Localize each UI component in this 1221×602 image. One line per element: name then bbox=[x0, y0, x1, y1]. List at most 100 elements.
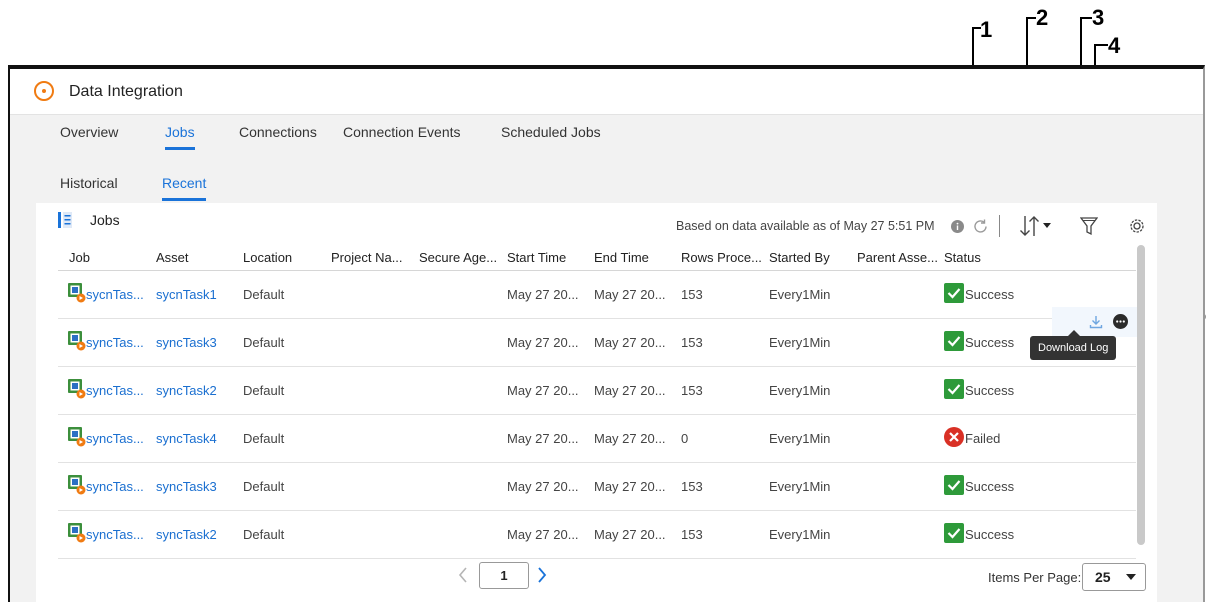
rows-processed-cell: 153 bbox=[681, 383, 703, 398]
chevron-right-icon[interactable] bbox=[536, 566, 548, 584]
location-cell: Default bbox=[243, 287, 285, 302]
job-name-link[interactable]: syncTas... bbox=[86, 479, 144, 494]
started-by-cell: Every1Min bbox=[769, 527, 831, 542]
job-name-link[interactable]: sycnTas... bbox=[86, 287, 144, 302]
rows-processed-cell: 153 bbox=[681, 335, 703, 350]
sort-icon[interactable] bbox=[1019, 213, 1059, 239]
location-cell: Default bbox=[243, 335, 285, 350]
callout-4: 4 bbox=[1108, 33, 1121, 58]
column-header-start-time[interactable]: Start Time bbox=[507, 250, 566, 265]
asset-link[interactable]: syncTask2 bbox=[156, 527, 217, 542]
column-header-status[interactable]: Status bbox=[944, 250, 981, 265]
end-time-cell: May 27 20... bbox=[594, 383, 666, 398]
filter-icon[interactable] bbox=[1080, 216, 1098, 236]
started-by-cell: Every1Min bbox=[769, 479, 831, 494]
table-header: Job Asset Location Project Na... Secure … bbox=[58, 245, 1136, 271]
jobs-list-icon bbox=[58, 212, 72, 228]
download-icon[interactable] bbox=[1089, 315, 1103, 329]
location-cell: Default bbox=[243, 479, 285, 494]
info-icon[interactable] bbox=[951, 220, 964, 233]
start-time-cell: May 27 20... bbox=[507, 383, 579, 398]
panel-title: Jobs bbox=[90, 212, 120, 228]
rows-processed-cell: 0 bbox=[681, 431, 689, 446]
asset-link[interactable]: syncTask3 bbox=[156, 479, 217, 494]
row-action-bar bbox=[1052, 307, 1138, 337]
location-cell: Default bbox=[243, 527, 285, 542]
started-by-cell: Every1Min bbox=[769, 287, 831, 302]
asset-link[interactable]: syncTask3 bbox=[156, 335, 217, 350]
sync-task-icon bbox=[68, 283, 86, 303]
success-check-icon bbox=[944, 331, 964, 351]
column-header-started-by[interactable]: Started By bbox=[769, 250, 830, 265]
location-cell: Default bbox=[243, 383, 285, 398]
column-header-rows-processed[interactable]: Rows Proce... bbox=[681, 250, 762, 265]
start-time-cell: May 27 20... bbox=[507, 479, 579, 494]
asset-link[interactable]: syncTask4 bbox=[156, 431, 217, 446]
sync-task-icon bbox=[68, 427, 86, 447]
app-title: Data Integration bbox=[69, 83, 183, 100]
download-log-tooltip: Download Log bbox=[1030, 330, 1117, 360]
callout-2: 2 bbox=[1036, 5, 1049, 30]
toolbar-divider bbox=[999, 215, 1000, 237]
tab-connection-events[interactable]: Connection Events bbox=[343, 124, 461, 140]
rows-processed-cell: 153 bbox=[681, 527, 703, 542]
status-cell: Success bbox=[965, 287, 1015, 302]
column-header-project-name[interactable]: Project Na... bbox=[331, 250, 403, 265]
table-row[interactable]: syncTas... syncTask2 Default May 27 20..… bbox=[58, 512, 1136, 559]
success-check-icon bbox=[944, 523, 964, 543]
failed-x-icon bbox=[944, 427, 964, 447]
sync-task-icon bbox=[68, 331, 86, 351]
asset-link[interactable]: sycnTask1 bbox=[156, 287, 217, 302]
end-time-cell: May 27 20... bbox=[594, 479, 666, 494]
callout-3: 3 bbox=[1092, 5, 1105, 30]
tab-scheduled-jobs[interactable]: Scheduled Jobs bbox=[501, 124, 601, 140]
table-row[interactable]: syncTas... syncTask2 Default May 27 20..… bbox=[58, 368, 1136, 415]
job-name-link[interactable]: syncTas... bbox=[86, 527, 144, 542]
chevron-left-icon[interactable] bbox=[457, 566, 469, 584]
table-row[interactable]: syncTas... syncTask4 Default May 27 20..… bbox=[58, 416, 1136, 463]
sync-task-icon bbox=[68, 523, 86, 543]
jobs-panel: Jobs Based on data available as of May 2… bbox=[36, 203, 1157, 602]
asset-link[interactable]: syncTask2 bbox=[156, 383, 217, 398]
start-time-cell: May 27 20... bbox=[507, 527, 579, 542]
column-header-location[interactable]: Location bbox=[243, 250, 292, 265]
job-name-link[interactable]: syncTas... bbox=[86, 335, 144, 350]
table-row[interactable]: sycnTas... sycnTask1 Default May 27 20..… bbox=[58, 272, 1136, 319]
column-header-end-time[interactable]: End Time bbox=[594, 250, 649, 265]
status-cell: Failed bbox=[965, 431, 1001, 446]
table-row[interactable]: syncTas... syncTask3 Default May 27 20..… bbox=[58, 320, 1136, 367]
refresh-icon[interactable] bbox=[972, 218, 989, 235]
column-header-job[interactable]: Job bbox=[69, 250, 90, 265]
job-name-link[interactable]: syncTas... bbox=[86, 383, 144, 398]
page-number-input[interactable]: 1 bbox=[479, 562, 529, 589]
vertical-scrollbar[interactable] bbox=[1137, 245, 1145, 545]
subtab-historical[interactable]: Historical bbox=[60, 175, 118, 191]
end-time-cell: May 27 20... bbox=[594, 335, 666, 350]
end-time-cell: May 27 20... bbox=[594, 287, 666, 302]
tab-overview[interactable]: Overview bbox=[60, 124, 118, 140]
settings-icon[interactable] bbox=[1128, 217, 1146, 235]
items-per-page-label: Items Per Page: bbox=[988, 570, 1082, 585]
status-cell: Success bbox=[965, 335, 1015, 350]
table-row[interactable]: syncTas... syncTask3 Default May 27 20..… bbox=[58, 464, 1136, 511]
started-by-cell: Every1Min bbox=[769, 431, 831, 446]
data-as-of-text: Based on data available as of May 27 5:5… bbox=[676, 219, 935, 233]
tab-connections[interactable]: Connections bbox=[239, 124, 317, 140]
job-name-link[interactable]: syncTas... bbox=[86, 431, 144, 446]
data-integration-logo-icon bbox=[34, 81, 54, 101]
start-time-cell: May 27 20... bbox=[507, 431, 579, 446]
column-header-parent-asset[interactable]: Parent Asse... bbox=[857, 250, 938, 265]
status-cell: Success bbox=[965, 527, 1015, 542]
column-header-secure-agent[interactable]: Secure Age... bbox=[419, 250, 497, 265]
started-by-cell: Every1Min bbox=[769, 383, 831, 398]
success-check-icon bbox=[944, 379, 964, 399]
items-per-page-select[interactable]: 25 bbox=[1082, 563, 1146, 591]
success-check-icon bbox=[944, 475, 964, 495]
column-header-asset[interactable]: Asset bbox=[156, 250, 189, 265]
subtab-recent[interactable]: Recent bbox=[162, 175, 206, 191]
tab-jobs[interactable]: Jobs bbox=[165, 124, 195, 140]
rows-processed-cell: 153 bbox=[681, 287, 703, 302]
items-per-page-value: 25 bbox=[1095, 569, 1111, 585]
rows-processed-cell: 153 bbox=[681, 479, 703, 494]
more-actions-icon[interactable] bbox=[1113, 314, 1128, 329]
